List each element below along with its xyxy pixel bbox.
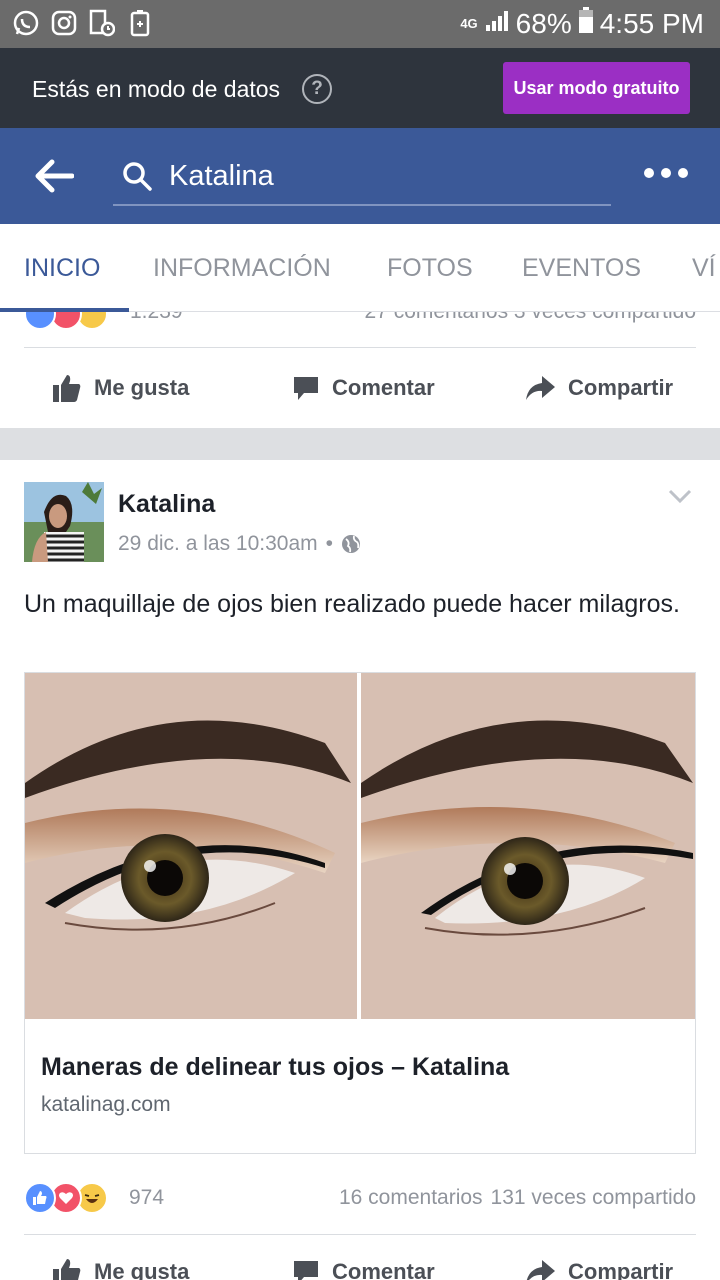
free-mode-button[interactable]: Usar modo gratuito (503, 62, 690, 114)
post-text: Un maquillaje de ojos bien realizado pue… (24, 590, 680, 618)
share-button[interactable]: Compartir (524, 348, 673, 428)
comment-button[interactable]: Comentar (292, 1232, 435, 1280)
comment-label: Comentar (332, 1259, 435, 1280)
avatar[interactable] (24, 482, 104, 562)
share-label: Compartir (568, 1259, 674, 1280)
network-type: 4G (460, 15, 478, 31)
feed-separator (0, 428, 720, 460)
reaction-icons (24, 312, 108, 330)
whatsapp-icon (12, 8, 40, 38)
post-timestamp[interactable]: 29 dic. a las 10:30am (118, 532, 318, 556)
share-button[interactable]: Compartir (524, 1232, 673, 1280)
tab-fotos[interactable]: FOTOS (387, 254, 473, 283)
thumbs-up-icon (53, 375, 81, 402)
post-stats[interactable]: 27 comentarios 3 veces compartido (365, 312, 697, 324)
page-tabs: INICIO INFORMACIÓN FOTOS EVENTOS VÍ (0, 224, 720, 312)
usage-icon (88, 8, 116, 38)
battery-icon (578, 6, 594, 41)
chevron-down-icon[interactable] (668, 488, 692, 504)
help-icon[interactable]: ? (302, 74, 332, 104)
post-actions: Me gusta Comentar Compartir (0, 1232, 720, 1280)
like-label: Me gusta (94, 1259, 190, 1280)
comment-label: Comentar (332, 375, 435, 400)
previous-post: 1.239 27 comentarios 3 veces compartido … (0, 312, 720, 428)
tab-inicio[interactable]: INICIO (24, 254, 100, 283)
reaction-count[interactable]: 974 (129, 1186, 164, 1210)
like-button[interactable]: Me gusta (52, 1232, 189, 1280)
reaction-icons[interactable] (24, 1182, 108, 1214)
clock: 4:55 PM (599, 7, 704, 39)
share-arrow-icon (526, 376, 555, 400)
search-input[interactable]: Katalina (113, 146, 611, 206)
tab-videos[interactable]: VÍ (692, 254, 716, 283)
thumbs-up-icon (53, 1259, 81, 1280)
back-arrow-icon[interactable] (34, 158, 75, 194)
share-arrow-icon (526, 1260, 555, 1280)
post-actions: Me gusta Comentar Compartir (0, 348, 720, 428)
post-author[interactable]: Katalina (118, 490, 215, 519)
comment-icon (294, 1261, 318, 1280)
battery-saver-icon (126, 8, 154, 38)
post-meta: 29 dic. a las 10:30am • (118, 532, 361, 556)
status-bar: 4G 68% 4:55 PM (0, 0, 720, 48)
tab-informacion[interactable]: INFORMACIÓN (153, 254, 331, 283)
more-options-icon[interactable] (644, 168, 688, 178)
globe-icon (341, 535, 360, 553)
comment-button[interactable]: Comentar (292, 348, 435, 428)
like-button[interactable]: Me gusta (52, 348, 189, 428)
share-label: Compartir (568, 375, 674, 400)
like-label: Me gusta (94, 375, 190, 400)
search-header: Katalina (0, 128, 720, 224)
screen: 4G 68% 4:55 PM Estás en modo de datos ? … (0, 0, 720, 1280)
link-domain: katalinag.com (41, 1093, 171, 1116)
meta-separator: • (325, 532, 333, 555)
reaction-count[interactable]: 1.239 (130, 312, 183, 324)
link-title: Maneras de delinear tus ojos – Katalina (41, 1053, 510, 1081)
instagram-icon (50, 8, 78, 38)
link-preview[interactable]: Maneras de delinear tus ojos – Katalina … (24, 672, 696, 1154)
search-icon (121, 160, 153, 192)
search-value: Katalina (169, 160, 274, 192)
data-mode-text: Estás en modo de datos (32, 76, 281, 102)
tab-eventos[interactable]: EVENTOS (522, 254, 641, 283)
feed-post: Katalina 29 dic. a las 10:30am • Un maqu… (0, 460, 720, 1280)
battery-percent: 68% (515, 7, 572, 39)
comment-icon (294, 377, 318, 400)
like-reaction-icon (24, 1182, 56, 1214)
post-stats: 16 comentarios 131 veces compartido (339, 1186, 696, 1210)
signal-icon (484, 8, 510, 40)
data-mode-banner: Estás en modo de datos ? Usar modo gratu… (0, 48, 720, 128)
like-reaction-icon (24, 312, 56, 330)
comment-count[interactable]: 16 comentarios (339, 1186, 483, 1210)
share-count[interactable]: 131 veces compartido (491, 1186, 696, 1210)
link-image (25, 673, 695, 1019)
